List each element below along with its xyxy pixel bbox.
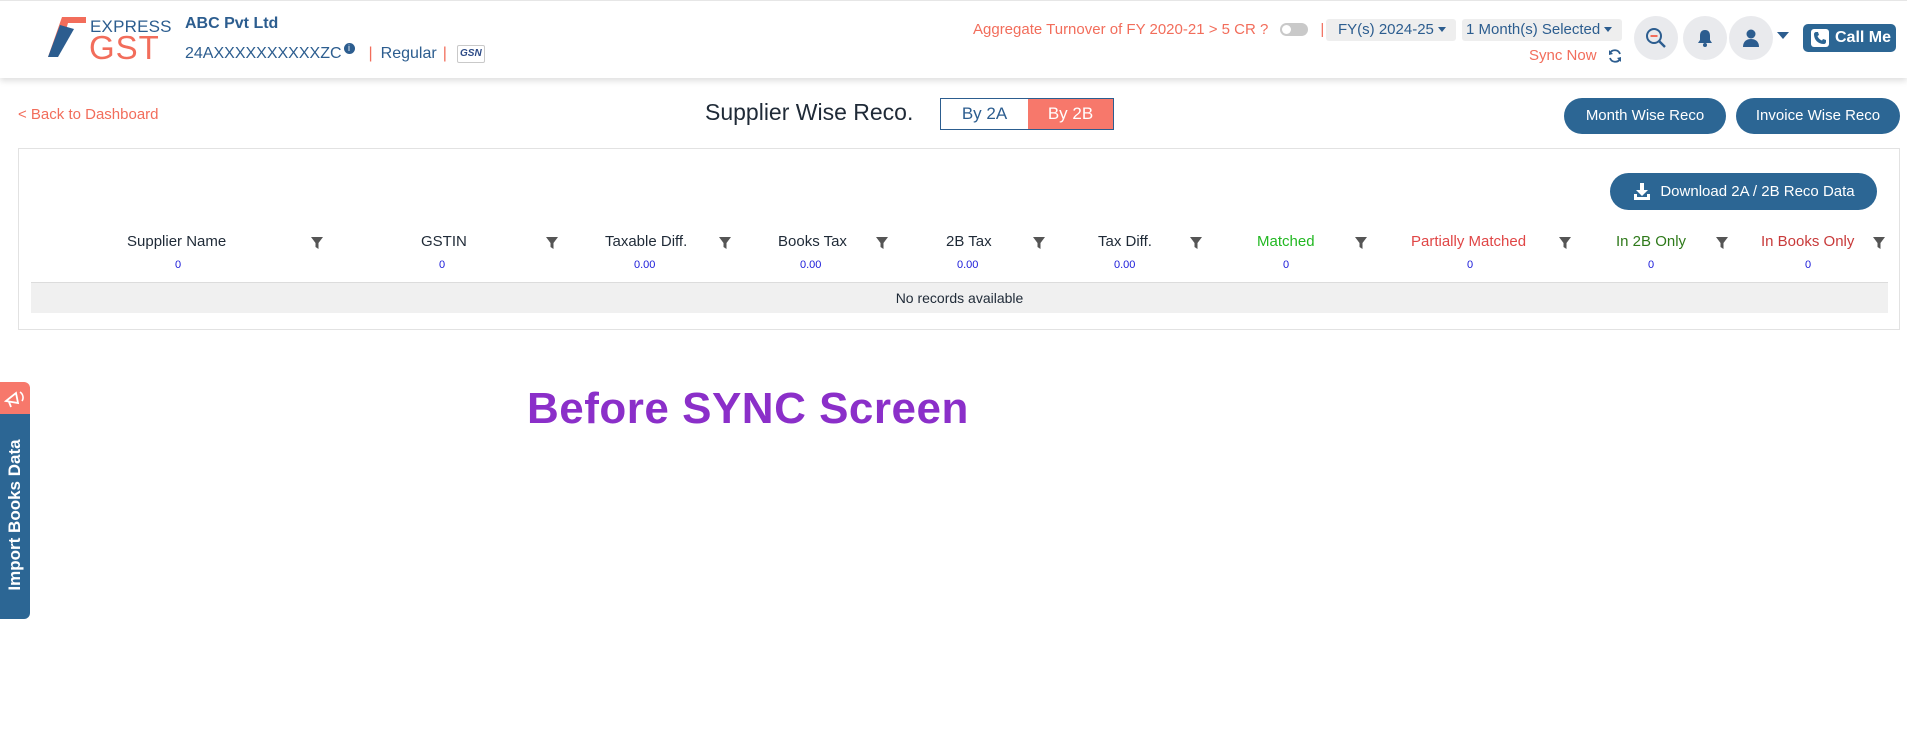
import-books-data-label[interactable]: Import Books Data <box>5 439 25 590</box>
filter-icon[interactable] <box>311 236 323 250</box>
notifications-button[interactable] <box>1683 16 1727 60</box>
sync-icon <box>1608 48 1621 63</box>
top-header: EXPRESS GST ABC Pvt Ltd 24AXXXXXXXXXXZC … <box>0 0 1907 78</box>
company-name: ABC Pvt Ltd <box>185 15 279 32</box>
column-header-matched[interactable]: Matched <box>1257 233 1315 250</box>
column-header-in-books-only[interactable]: In Books Only <box>1761 233 1854 250</box>
total-2b-tax: 0.00 <box>957 259 979 271</box>
month-select[interactable]: 1 Month(s) Selected <box>1462 19 1623 41</box>
phone-icon <box>1811 29 1829 47</box>
search-zoom-icon <box>1646 28 1666 48</box>
total-tax-diff: 0.00 <box>1114 259 1136 271</box>
gsn-badge-icon[interactable]: GSN <box>456 45 485 63</box>
turnover-question: Aggregate Turnover of FY 2020-21 > 5 CR … <box>973 21 1334 38</box>
separator: | <box>442 45 447 62</box>
column-header-books-tax[interactable]: Books Tax <box>778 233 847 250</box>
user-menu-chevron-icon[interactable] <box>1777 32 1789 39</box>
filter-icon[interactable] <box>1873 236 1885 250</box>
total-in-books-only: 0 <box>1805 259 1812 271</box>
chevron-down-icon <box>1604 27 1613 32</box>
invoice-wise-reco-button[interactable]: Invoice Wise Reco <box>1736 98 1900 134</box>
turnover-toggle[interactable] <box>1280 23 1309 36</box>
megaphone-icon <box>4 391 24 408</box>
by-2a-tab[interactable]: By 2A <box>941 99 1028 129</box>
column-header-supplier-name[interactable]: Supplier Name <box>127 233 226 250</box>
empty-table-message: No records available <box>31 282 1888 313</box>
chevron-down-icon <box>1437 27 1446 32</box>
logo-main-text: GST <box>89 29 160 66</box>
filter-icon[interactable] <box>1033 236 1045 250</box>
column-header-in-2b-only[interactable]: In 2B Only <box>1616 233 1686 250</box>
filter-icon[interactable] <box>719 236 731 250</box>
column-header-partially-matched[interactable]: Partially Matched <box>1411 233 1526 250</box>
column-header-taxable-diff[interactable]: Taxable Diff. <box>605 233 687 250</box>
back-to-dashboard-link[interactable]: < Back to Dashboard <box>18 106 159 123</box>
filter-icon[interactable] <box>1716 236 1728 250</box>
screen-caption: Before SYNC Screen <box>527 384 969 433</box>
download-label: Download 2A / 2B Reco Data <box>1660 183 1855 200</box>
total-books-tax: 0.00 <box>800 259 822 271</box>
total-partially-matched: 0 <box>1467 259 1474 271</box>
column-header-tax-diff[interactable]: Tax Diff. <box>1098 233 1152 250</box>
total-supplier-name: 0 <box>175 259 182 271</box>
call-me-label: Call Me <box>1835 29 1892 46</box>
info-icon[interactable]: i <box>343 42 355 54</box>
filter-icon[interactable] <box>1559 236 1571 250</box>
month-select-value: 1 Month(s) Selected <box>1466 21 1601 38</box>
call-me-button[interactable]: Call Me <box>1803 24 1896 52</box>
total-taxable-diff: 0.00 <box>634 259 656 271</box>
fy-select[interactable]: FY(s) 2024-25 <box>1326 19 1456 41</box>
download-reco-data-button[interactable]: Download 2A / 2B Reco Data <box>1610 173 1877 210</box>
turnover-label: Aggregate Turnover of FY 2020-21 > 5 CR … <box>973 21 1269 38</box>
by-2b-tab[interactable]: By 2B <box>1028 99 1113 129</box>
total-matched: 0 <box>1283 259 1290 271</box>
filter-icon[interactable] <box>1190 236 1202 250</box>
filter-icon[interactable] <box>876 236 888 250</box>
bell-icon <box>1698 30 1712 47</box>
filter-icon[interactable] <box>1355 236 1367 250</box>
sync-now-label: Sync Now <box>1529 47 1597 64</box>
user-icon <box>1743 29 1759 47</box>
search-zoom-button[interactable] <box>1634 16 1678 60</box>
import-books-tab-top[interactable] <box>0 382 30 414</box>
user-menu-button[interactable] <box>1729 16 1773 60</box>
logo-mark-icon <box>48 17 86 57</box>
reco-source-toggle: By 2A By 2B <box>940 98 1114 130</box>
column-header-2b-tax[interactable]: 2B Tax <box>946 233 992 250</box>
download-icon <box>1634 182 1651 200</box>
total-gstin: 0 <box>439 259 446 271</box>
fy-select-value: FY(s) 2024-25 <box>1338 21 1434 38</box>
registration-type: Regular <box>380 45 437 62</box>
filter-icon[interactable] <box>546 236 558 250</box>
column-header-gstin[interactable]: GSTIN <box>421 233 467 250</box>
separator: | <box>1320 21 1325 38</box>
sync-now-button[interactable]: Sync Now <box>1529 47 1623 64</box>
gstin-row: 24AXXXXXXXXXXZC i | Regular | GSN <box>185 42 485 63</box>
month-wise-reco-button[interactable]: Month Wise Reco <box>1564 98 1726 134</box>
gstin-value: 24AXXXXXXXXXXZC <box>185 45 342 62</box>
express-gst-logo[interactable]: EXPRESS GST <box>46 15 172 65</box>
separator: | <box>368 45 373 62</box>
total-in-2b-only: 0 <box>1648 259 1655 271</box>
page-title: Supplier Wise Reco. <box>705 99 914 125</box>
